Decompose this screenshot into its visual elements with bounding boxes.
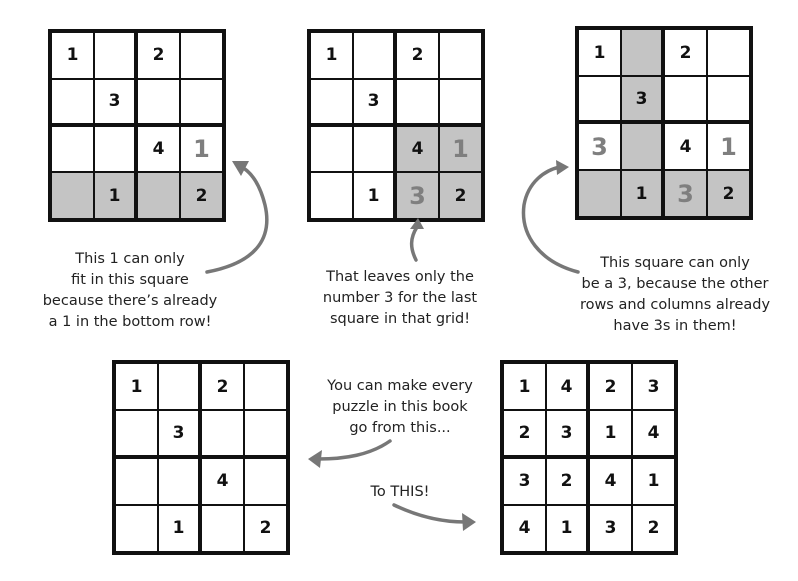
- arrow-to: [392, 503, 467, 524]
- arrowhead-step2: [410, 218, 424, 229]
- arrowhead-step3: [556, 160, 569, 175]
- arrowhead-from: [308, 450, 322, 468]
- arrow-step3: [521, 165, 580, 274]
- arrow-step1: [205, 164, 269, 274]
- arrow-step2: [409, 225, 419, 262]
- arrow-from: [316, 439, 392, 461]
- arrows-layer: [205, 160, 580, 531]
- arrowhead-to: [462, 513, 476, 531]
